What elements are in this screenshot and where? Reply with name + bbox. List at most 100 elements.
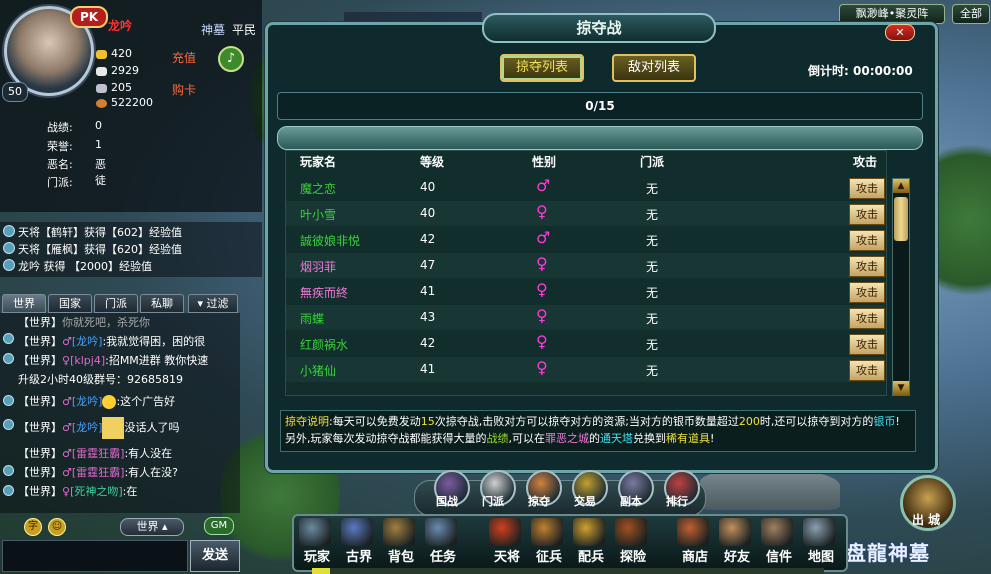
player-name-cell[interactable]: 無疾而終 xyxy=(300,284,348,301)
header-sect: 门派 xyxy=(640,155,665,169)
tab-sect[interactable]: 门派 xyxy=(94,294,138,313)
message-dot-icon xyxy=(3,225,15,237)
male-icon: ♂ xyxy=(62,447,72,460)
close-button[interactable]: ✕ xyxy=(885,24,915,41)
menu-recruit-button[interactable]: 征兵 xyxy=(528,518,568,565)
attack-button[interactable]: 攻击 xyxy=(849,282,885,303)
smiley-emoticon-icon xyxy=(102,395,117,409)
menu-mail-button[interactable]: 信件 xyxy=(758,518,798,565)
tab-world[interactable]: 世界 xyxy=(2,294,46,313)
decorative-bar xyxy=(277,126,923,150)
recharge-link[interactable]: 充值 xyxy=(172,49,196,66)
stat-sect: 门派: xyxy=(47,176,73,189)
background-tree xyxy=(930,120,991,320)
shop-icon xyxy=(677,518,709,546)
player-name: 龙吟 xyxy=(108,19,133,33)
ring-sect-label: 门派 xyxy=(482,495,504,508)
menu-shop-button[interactable]: 商店 xyxy=(674,518,714,565)
player-name-cell[interactable]: 红颜祸水 xyxy=(300,336,348,353)
player-name-cell[interactable]: 小猪仙 xyxy=(300,362,336,379)
header-attack: 攻击 xyxy=(853,155,878,169)
menu-ancient-realm-button[interactable]: 古界 xyxy=(338,518,378,565)
chat-channel-select[interactable]: 世界 ▴ xyxy=(120,518,184,536)
mail-icon xyxy=(761,518,793,546)
tab-enemy-list[interactable]: 敌对列表 xyxy=(612,54,696,82)
tab-plunder-list[interactable]: 掠夺列表 xyxy=(500,54,584,82)
menu-backpack-button[interactable]: 背包 xyxy=(380,518,420,565)
gold-ingot-row: 420 xyxy=(96,47,132,60)
chat-input[interactable] xyxy=(2,540,188,572)
game-logo: 盘龍神墓 xyxy=(846,541,930,565)
scroll-thumb[interactable] xyxy=(894,197,908,241)
male-icon: ♂ xyxy=(536,176,551,195)
attack-button[interactable]: 攻击 xyxy=(849,360,885,381)
male-icon: ♂ xyxy=(62,335,72,348)
gm-button[interactable]: GM xyxy=(204,517,234,535)
tab-country[interactable]: 国家 xyxy=(48,294,92,313)
chat-line: 【世界】♀[死神之吻]:在 xyxy=(18,485,138,498)
level-cell: 47 xyxy=(420,258,436,272)
ring-guild-war-label: 国战 xyxy=(436,495,458,508)
female-icon: ♀ xyxy=(536,202,548,221)
menu-friends-button[interactable]: 好友 xyxy=(716,518,756,565)
scroll-down-icon[interactable]: ▼ xyxy=(893,381,909,395)
sect-cell: 无 xyxy=(646,338,659,352)
menu-label: 地图 xyxy=(807,550,834,565)
attack-button[interactable]: 攻击 xyxy=(849,178,885,199)
message-dot-icon xyxy=(3,333,14,344)
attack-button[interactable]: 攻击 xyxy=(849,308,885,329)
chat-line: 【世界】♂[龙吟]:我就觉得困，困的很 xyxy=(18,335,206,348)
sect-cell: 无 xyxy=(646,234,659,248)
attack-button[interactable]: 攻击 xyxy=(849,334,885,355)
player-name-cell[interactable]: 烟羽菲 xyxy=(300,258,336,275)
menu-map-button[interactable]: 地图 xyxy=(800,518,840,565)
system-message: 天将【鹤轩】获得【602】经验值 xyxy=(18,226,182,239)
attack-button[interactable]: 攻击 xyxy=(849,230,885,251)
sect-cell: 无 xyxy=(646,312,659,326)
player-name-cell[interactable]: 叶小雪 xyxy=(300,206,336,223)
gold-ingot-icon xyxy=(96,49,107,59)
emoticon-button[interactable]: ☺ xyxy=(48,518,66,536)
location-button[interactable]: 飘渺峰•聚灵阵 xyxy=(839,4,945,24)
sect-cell: 无 xyxy=(646,260,659,274)
stat-honor: 荣誉: 1 xyxy=(47,138,102,153)
menu-general-button[interactable]: 天将 xyxy=(486,518,526,565)
gem-icon xyxy=(96,83,107,93)
level-cell: 41 xyxy=(420,284,436,298)
list-scrollbar[interactable]: ▲ ▼ xyxy=(892,178,910,396)
menu-assign-troops-button[interactable]: 配兵 xyxy=(570,518,610,565)
tab-filter[interactable]: ▾ 过滤 xyxy=(188,294,238,313)
message-dot-icon xyxy=(3,465,14,476)
ring-plunder-label: 掠夺 xyxy=(528,495,550,508)
player-name-cell[interactable]: 雨蝶 xyxy=(300,310,324,327)
player-name-cell[interactable]: 誠彼娘非悦 xyxy=(300,232,360,249)
tab-private[interactable]: 私聊 xyxy=(140,294,184,313)
table-row: 無疾而終 41 ♀ 无 攻击 xyxy=(286,279,885,304)
attack-button[interactable]: 攻击 xyxy=(849,204,885,225)
music-icon[interactable]: ♪ xyxy=(218,46,244,72)
all-button[interactable]: 全部 xyxy=(952,4,990,24)
buy-card-link[interactable]: 购卡 xyxy=(172,81,196,98)
scroll-up-icon[interactable]: ▲ xyxy=(893,179,909,193)
message-dot-icon xyxy=(3,419,14,430)
ancient-realm-icon xyxy=(341,518,373,546)
plunder-explanation: 掠夺说明:每天可以免费发动15次掠夺战,击败对方可以掠夺对方的资源;当对方的银币… xyxy=(280,410,916,452)
server-tag: 神墓 xyxy=(201,23,226,37)
female-icon: ♀ xyxy=(536,306,548,325)
send-button[interactable]: 发送 xyxy=(190,540,240,572)
attack-button[interactable]: 攻击 xyxy=(849,256,885,277)
male-icon: ♂ xyxy=(62,395,72,408)
menu-explore-button[interactable]: 探险 xyxy=(612,518,652,565)
player-icon xyxy=(299,518,331,546)
experience-bar xyxy=(312,568,824,574)
menu-label: 探险 xyxy=(619,550,646,565)
menu-player-button[interactable]: 玩家 xyxy=(296,518,336,565)
player-name-cell[interactable]: 魔之恋 xyxy=(300,180,336,197)
menu-quest-button[interactable]: 任务 xyxy=(422,518,462,565)
chat-font-button[interactable]: 字 xyxy=(24,518,42,536)
chat-line: 【世界】♂[雷霆狂霸]:有人没在 xyxy=(18,447,173,460)
pk-button[interactable]: PK xyxy=(70,6,108,28)
chat-log[interactable]: 【世界】你就死吧，杀死你 【世界】♂[龙吟]:我就觉得困，困的很 【世界】♀[k… xyxy=(0,313,240,513)
sect-cell: 无 xyxy=(646,364,659,378)
gem-row: 205 xyxy=(96,81,132,94)
